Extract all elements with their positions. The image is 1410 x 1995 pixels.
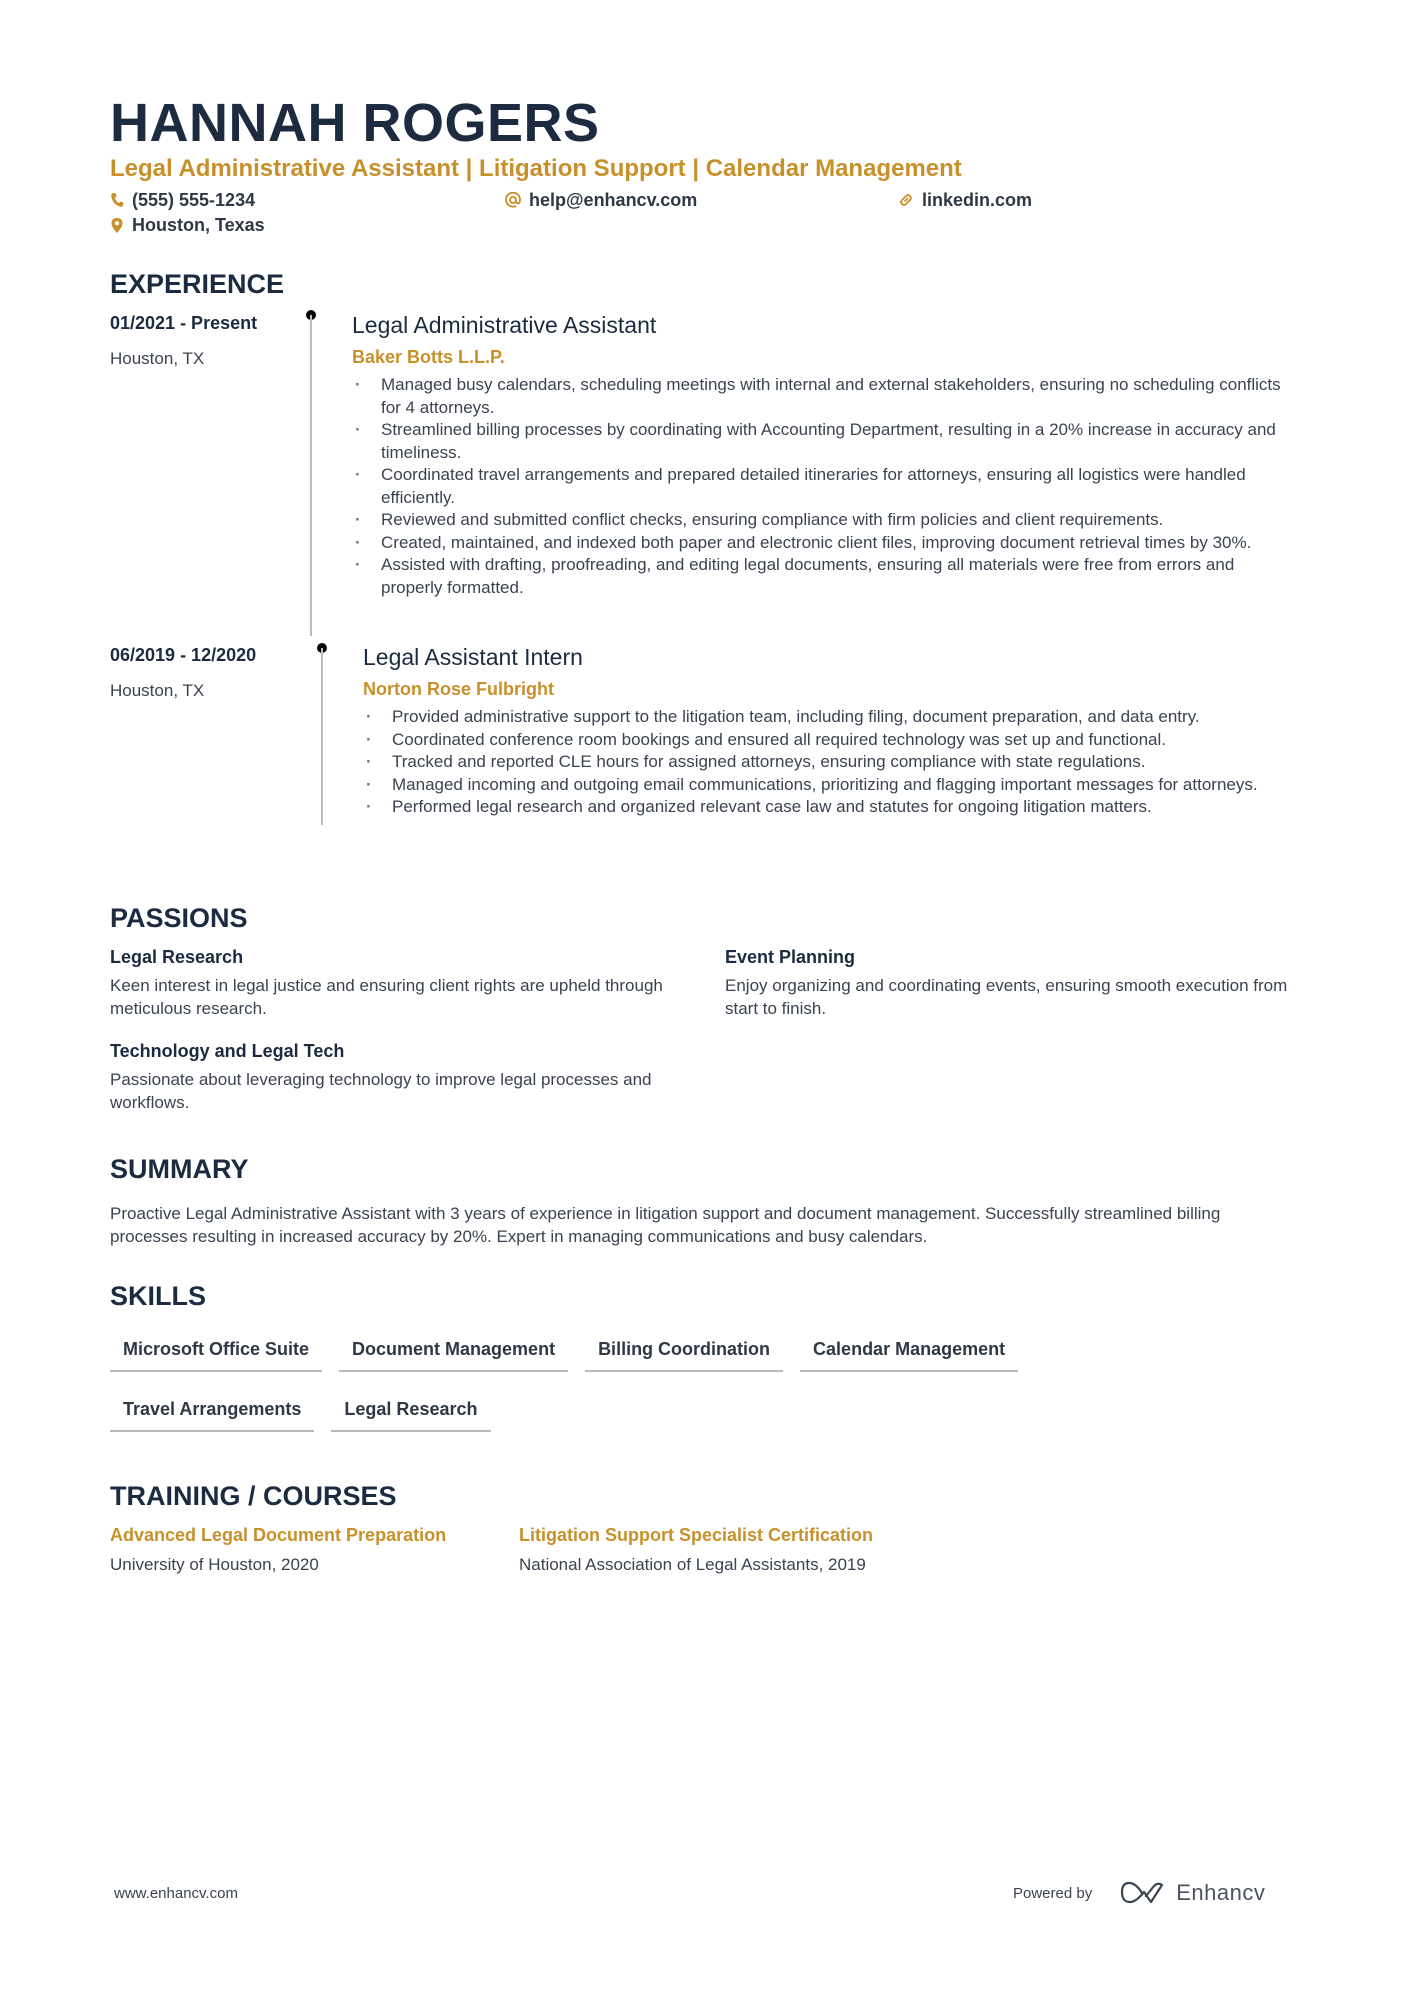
bullet-item: Coordinated travel arrangements and prep… <box>352 464 1292 509</box>
skills-list: Microsoft Office Suite Document Manageme… <box>110 1330 1210 1432</box>
job-bullets: Managed busy calendars, scheduling meeti… <box>352 374 1292 599</box>
bullet-item: Created, maintained, and indexed both pa… <box>352 532 1292 555</box>
bullet-item: Assisted with drafting, proofreading, an… <box>352 554 1292 599</box>
course-description: University of Houston, 2020 <box>110 1555 319 1574</box>
summary-text: Proactive Legal Administrative Assistant… <box>110 1204 1221 1246</box>
section-title-experience: EXPERIENCE <box>110 269 285 299</box>
bullet-item: Streamlined billing processes by coordin… <box>352 419 1292 464</box>
contact-linkedin: linkedin.com <box>898 189 1032 211</box>
candidate-name: HANNAH ROGERS <box>110 93 600 153</box>
email-link[interactable]: help@enhancv.com <box>529 189 697 211</box>
link-icon <box>900 194 912 206</box>
powered-by-label: Powered by <box>1013 1884 1093 1902</box>
bullet-item: Managed incoming and outgoing email comm… <box>363 774 1298 797</box>
enhancv-brand: Enhancv <box>1176 1880 1266 1905</box>
skill-tag: Legal Research <box>331 1390 491 1432</box>
bullet-item: Performed legal research and organized r… <box>363 796 1298 819</box>
passion-description: Keen interest in legal justice and ensur… <box>110 976 663 1018</box>
course-item: Litigation Support Specialist Certificat… <box>519 1524 879 1577</box>
at-icon <box>505 192 521 208</box>
job-bullets: Provided administrative support to the l… <box>363 706 1298 819</box>
passion-title: Event Planning <box>725 947 856 967</box>
contact-location: Houston, Texas <box>110 214 265 236</box>
linkedin-link[interactable]: linkedin.com <box>922 189 1032 211</box>
skill-tag: Document Management <box>339 1330 569 1372</box>
passion-title: Technology and Legal Tech <box>110 1041 345 1061</box>
company-name: Norton Rose Fulbright <box>363 679 554 699</box>
enhancv-logo-icon <box>1121 1881 1164 1904</box>
section-title-summary: SUMMARY <box>110 1154 249 1184</box>
bullet-item: Provided administrative support to the l… <box>363 706 1298 729</box>
section-title-training: TRAINING / COURSES <box>110 1481 397 1511</box>
timeline-line <box>321 648 323 825</box>
job-dates: 01/2021 - Present <box>110 313 258 333</box>
job-title: Legal Administrative Assistant <box>352 312 657 338</box>
course-description: National Association of Legal Assistants… <box>519 1555 866 1574</box>
course-item: Advanced Legal Document Preparation Univ… <box>110 1524 470 1577</box>
candidate-headline: Legal Administrative Assistant | Litigat… <box>110 155 962 182</box>
footer-website-link[interactable]: www.enhancv.com <box>114 1885 238 1902</box>
timeline-line <box>310 315 312 636</box>
bullet-item: Coordinated conference room bookings and… <box>363 729 1298 752</box>
bullet-item: Tracked and reported CLE hours for assig… <box>363 751 1298 774</box>
job-location: Houston, TX <box>110 681 205 700</box>
skill-tag: Calendar Management <box>800 1330 1019 1372</box>
contact-phone: (555) 555-1234 <box>110 189 255 211</box>
passion-description: Passionate about leveraging technology t… <box>110 1070 652 1112</box>
bullet-item: Reviewed and submitted conflict checks, … <box>352 509 1292 532</box>
footer-branding: Powered by Enhancv <box>1013 1880 1265 1906</box>
section-title-passions: PASSIONS <box>110 903 248 933</box>
skill-tag: Billing Coordination <box>585 1330 784 1372</box>
location-text: Houston, Texas <box>132 215 265 235</box>
bullet-item: Managed busy calendars, scheduling meeti… <box>352 374 1292 419</box>
job-location: Houston, TX <box>110 349 205 368</box>
section-title-skills: SKILLS <box>110 1281 207 1311</box>
passion-title: Legal Research <box>110 947 244 967</box>
course-title: Advanced Legal Document Preparation <box>110 1525 447 1545</box>
job-dates: 06/2019 - 12/2020 <box>110 645 257 665</box>
job-title: Legal Assistant Intern <box>363 644 583 670</box>
map-pin-icon <box>111 217 123 233</box>
company-name: Baker Botts L.L.P. <box>352 347 505 367</box>
skill-tag: Travel Arrangements <box>110 1390 315 1432</box>
phone-icon <box>111 193 124 207</box>
passion-description: Enjoy organizing and coordinating events… <box>725 976 1288 1018</box>
phone-text[interactable]: (555) 555-1234 <box>132 189 255 211</box>
skill-tag: Microsoft Office Suite <box>110 1330 323 1372</box>
course-title: Litigation Support Specialist Certificat… <box>519 1525 874 1545</box>
contact-email: help@enhancv.com <box>505 189 697 211</box>
